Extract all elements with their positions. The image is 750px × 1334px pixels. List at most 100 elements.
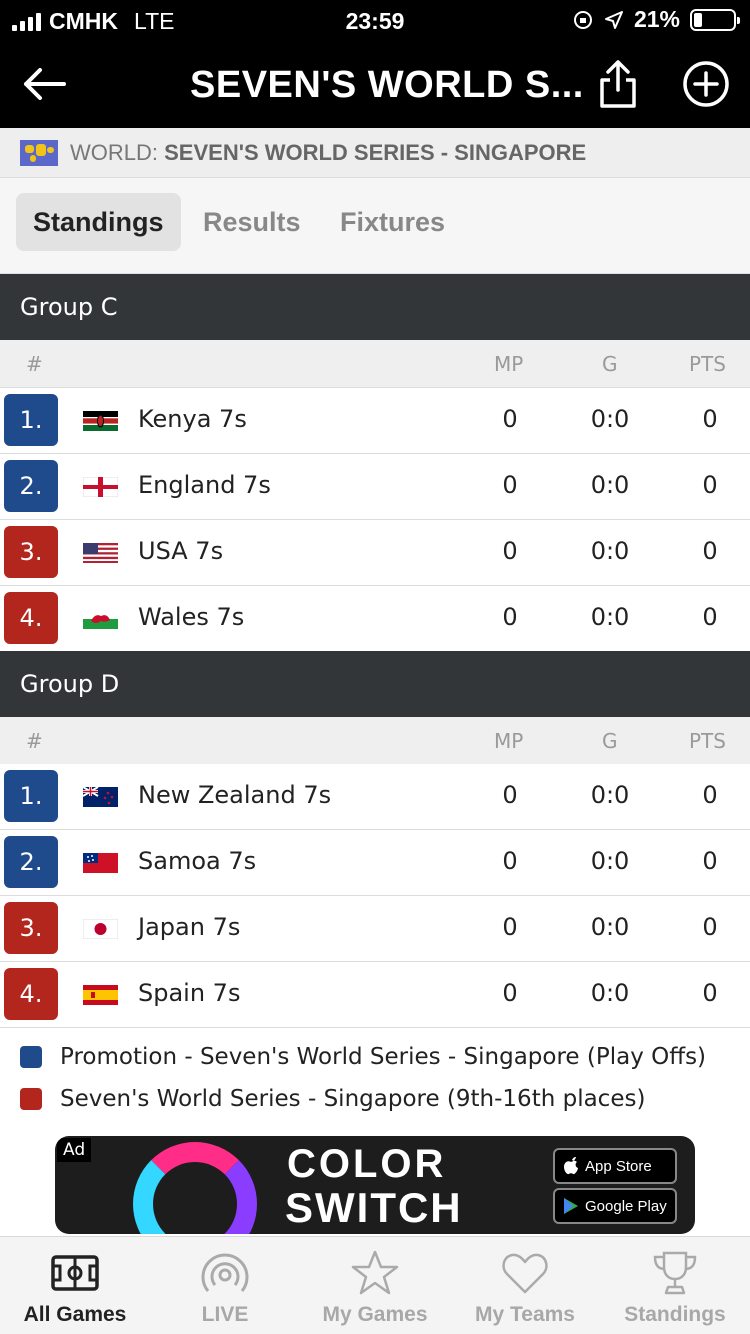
- apple-icon: [564, 1157, 578, 1175]
- spain-flag-icon: [83, 985, 118, 1005]
- app-store-label: App Store: [585, 1157, 652, 1175]
- points: 0: [702, 847, 718, 875]
- rank-badge: 4.: [4, 592, 58, 644]
- breadcrumb-competition: SEVEN'S WORLD SERIES - SINGAPORE: [164, 139, 587, 165]
- col-pts: PTS: [689, 352, 726, 376]
- legend-color-swatch: [20, 1046, 42, 1068]
- col-pts: PTS: [689, 729, 726, 753]
- goals: 0:0: [590, 471, 630, 499]
- google-play-label: Google Play: [585, 1197, 667, 1215]
- goals: 0:0: [590, 405, 630, 433]
- team-name: Samoa 7s: [138, 847, 257, 875]
- kenya-flag-icon: [83, 411, 118, 431]
- team-name: England 7s: [138, 471, 271, 499]
- status-right: 21%: [572, 6, 740, 33]
- table-row[interactable]: 4. Spain 7s 0 0:0 0: [0, 962, 750, 1028]
- status-bar: CMHK LTE 23:59 21%: [0, 0, 750, 40]
- breadcrumb-region: WORLD:: [70, 139, 158, 165]
- column-header: # MP G PTS: [0, 717, 750, 765]
- tab-label: My Games: [322, 1303, 428, 1326]
- nav-bar: SEVEN'S WORLD S...: [0, 40, 750, 128]
- wales-flag-icon: [83, 609, 118, 629]
- table-row[interactable]: 3. Japan 7s 0 0:0 0: [0, 896, 750, 962]
- goals: 0:0: [590, 603, 630, 631]
- plus-circle-icon[interactable]: [682, 60, 730, 108]
- tab-label: All Games: [23, 1303, 127, 1326]
- matches-played: 0: [502, 781, 518, 809]
- team-name: Kenya 7s: [138, 405, 247, 433]
- points: 0: [702, 979, 718, 1007]
- legend-item: Seven's World Series - Singapore (9th-16…: [20, 1086, 645, 1112]
- view-tabs: Standings Results Fixtures: [0, 178, 750, 274]
- legend-color-swatch: [20, 1088, 42, 1110]
- star-icon: [351, 1250, 399, 1295]
- team-name: Japan 7s: [138, 913, 241, 941]
- england-flag-icon: [83, 477, 118, 497]
- rank-badge: 3.: [4, 902, 58, 954]
- google-play-icon: [564, 1198, 578, 1214]
- table-row[interactable]: 4. Wales 7s 0 0:0 0: [0, 586, 750, 652]
- table-row[interactable]: 3. USA 7s 0 0:0 0: [0, 520, 750, 586]
- goals: 0:0: [590, 913, 630, 941]
- matches-played: 0: [502, 603, 518, 631]
- goals: 0:0: [590, 781, 630, 809]
- breadcrumb[interactable]: WORLD: SEVEN'S WORLD SERIES - SINGAPORE: [0, 128, 750, 178]
- col-g: G: [602, 352, 618, 376]
- table-row[interactable]: 2. Samoa 7s 0 0:0 0: [0, 830, 750, 896]
- tab-standings-nav[interactable]: Standings: [600, 1237, 750, 1334]
- ad-brand-line2: SWITCH: [285, 1184, 463, 1231]
- points: 0: [702, 537, 718, 565]
- matches-played: 0: [502, 471, 518, 499]
- rank-badge: 3.: [4, 526, 58, 578]
- column-header: # MP G PTS: [0, 340, 750, 388]
- rank-badge: 1.: [4, 770, 58, 822]
- col-rank: #: [26, 729, 43, 753]
- tab-fixtures[interactable]: Fixtures: [323, 193, 462, 251]
- tab-my-teams[interactable]: My Teams: [450, 1237, 600, 1334]
- matches-played: 0: [502, 847, 518, 875]
- japan-flag-icon: [83, 919, 118, 939]
- tab-label: My Teams: [475, 1303, 575, 1326]
- rank-badge: 4.: [4, 968, 58, 1020]
- tab-live[interactable]: LIVE: [150, 1237, 300, 1334]
- table-row[interactable]: 1. Kenya 7s 0 0:0 0: [0, 388, 750, 454]
- col-g: G: [602, 729, 618, 753]
- tab-all-games[interactable]: All Games: [0, 1237, 150, 1334]
- col-rank: #: [26, 352, 43, 376]
- group-header: Group C: [0, 274, 750, 340]
- rank-badge: 1.: [4, 394, 58, 446]
- heart-icon: [502, 1253, 548, 1294]
- usa-flag-icon: [83, 543, 118, 563]
- points: 0: [702, 471, 718, 499]
- table-row[interactable]: 1. New Zealand 7s 0 0:0 0: [0, 764, 750, 830]
- battery-percent: 21%: [633, 6, 680, 32]
- tab-label: LIVE: [201, 1303, 249, 1326]
- share-icon[interactable]: [596, 58, 640, 110]
- goals: 0:0: [590, 847, 630, 875]
- table-row[interactable]: 2. England 7s 0 0:0 0: [0, 454, 750, 520]
- team-name: USA 7s: [138, 537, 224, 565]
- app-store-button[interactable]: App Store: [553, 1148, 677, 1184]
- points: 0: [702, 603, 718, 631]
- goals: 0:0: [590, 979, 630, 1007]
- legend-label: Seven's World Series - Singapore (9th-16…: [60, 1086, 646, 1112]
- tab-standings[interactable]: Standings: [16, 193, 181, 251]
- ad-banner[interactable]: Ad COLOR SWITCH App Store Google Play: [55, 1136, 695, 1234]
- rank-badge: 2.: [4, 836, 58, 888]
- team-name: New Zealand 7s: [138, 781, 332, 809]
- legend: Promotion - Seven's World Series - Singa…: [0, 1028, 750, 1138]
- ad-brand-line1: COLOR: [287, 1142, 447, 1186]
- tab-results[interactable]: Results: [186, 193, 318, 251]
- legend-item: Promotion - Seven's World Series - Singa…: [20, 1044, 706, 1070]
- live-icon: [201, 1253, 249, 1292]
- matches-played: 0: [502, 979, 518, 1007]
- team-name: Spain 7s: [138, 979, 241, 1007]
- points: 0: [702, 781, 718, 809]
- google-play-button[interactable]: Google Play: [553, 1188, 677, 1224]
- field-icon: [51, 1255, 99, 1291]
- rotation-lock-icon: [573, 10, 592, 29]
- points: 0: [702, 913, 718, 941]
- page-title: SEVEN'S WORLD S...: [190, 64, 584, 106]
- arrow-left-icon[interactable]: [18, 58, 70, 110]
- tab-my-games[interactable]: My Games: [300, 1237, 450, 1334]
